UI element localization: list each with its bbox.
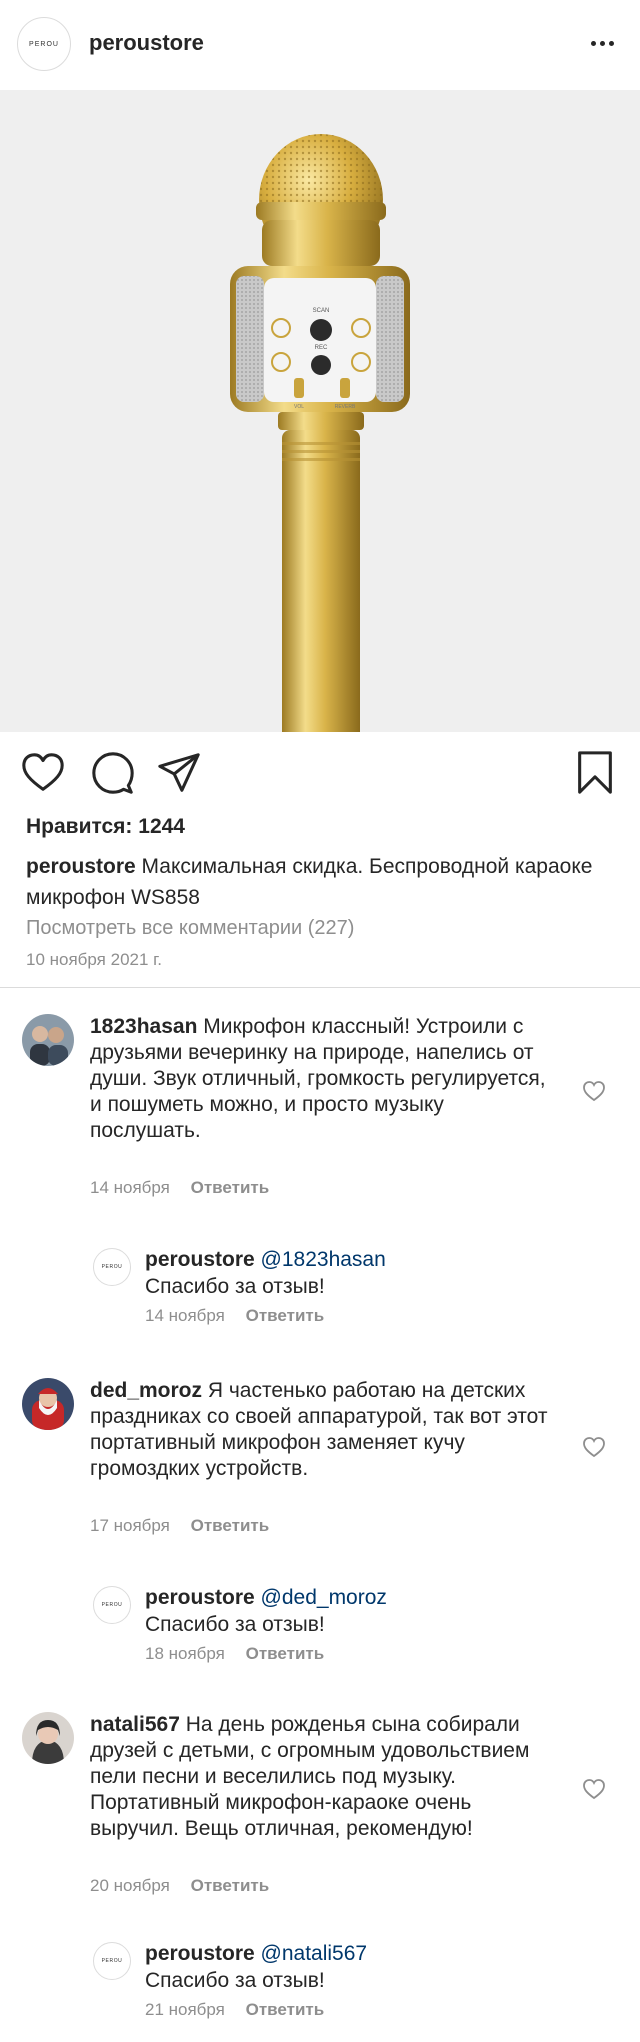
comment-username[interactable]: natali567 xyxy=(90,1713,180,1736)
reply-button[interactable]: Ответить xyxy=(191,1876,270,1895)
comment-body: 1823hasan Микрофон классный! Устроили с … xyxy=(90,1014,560,1144)
comment-meta: 14 ноября Ответить xyxy=(90,1178,269,1198)
avatar[interactable]: PEROU xyxy=(93,1248,131,1286)
reply-meta: 21 ноября Ответить xyxy=(145,2000,324,2020)
reply-body: peroustore @1823hasan Спасибо за отзыв! xyxy=(145,1246,585,1300)
store-logo-text: PEROU xyxy=(101,1958,123,1964)
comment-date: 20 ноября xyxy=(90,1876,170,1895)
reply-button[interactable]: Ответить xyxy=(246,1306,325,1325)
vol-label: VOL xyxy=(294,404,304,410)
post-caption: peroustore Максимальная скидка. Беспрово… xyxy=(26,851,616,913)
share-icon[interactable] xyxy=(156,750,202,796)
scan-label: SCAN xyxy=(313,308,330,314)
reply-date: 18 ноября xyxy=(145,1644,225,1663)
comment-body: ded_moroz Я частенько работаю на детских… xyxy=(90,1378,560,1482)
likes-count[interactable]: Нравится: 1244 xyxy=(26,815,185,839)
store-logo-text: PEROU xyxy=(29,40,59,48)
reply-body: peroustore @ded_moroz Спасибо за отзыв! xyxy=(145,1584,585,1638)
reply-button[interactable]: Ответить xyxy=(246,1644,325,1663)
store-avatar[interactable]: PEROU xyxy=(17,17,71,71)
comment-date: 17 ноября xyxy=(90,1516,170,1535)
reply-username[interactable]: peroustore xyxy=(145,1248,255,1271)
reply-button[interactable]: Ответить xyxy=(191,1178,270,1197)
comment-like-icon[interactable] xyxy=(582,1778,606,1800)
reply-text: Спасибо за отзыв! xyxy=(145,1275,325,1298)
microphone-image: SCAN REC VOL REVERB xyxy=(230,134,410,732)
reply-button[interactable]: Ответить xyxy=(191,1516,270,1535)
post-header: PEROU peroustore xyxy=(0,0,640,90)
post-image[interactable]: SCAN REC VOL REVERB xyxy=(0,90,640,732)
reply-meta: 18 ноября Ответить xyxy=(145,1644,324,1664)
reply-meta: 14 ноября Ответить xyxy=(145,1306,324,1326)
reply-text: Спасибо за отзыв! xyxy=(145,1613,325,1636)
reply-mention[interactable]: @natali567 xyxy=(261,1942,368,1965)
header-username[interactable]: peroustore xyxy=(89,30,204,56)
view-all-comments-link[interactable]: Посмотреть все комментарии (227) xyxy=(26,917,354,940)
store-logo-text: PEROU xyxy=(101,1602,123,1608)
avatar[interactable] xyxy=(22,1014,74,1066)
comment-like-icon[interactable] xyxy=(582,1080,606,1102)
reply-button[interactable]: Ответить xyxy=(246,2000,325,2019)
post-actions xyxy=(0,732,640,812)
comment-username[interactable]: 1823hasan xyxy=(90,1015,197,1038)
store-logo-text: PEROU xyxy=(101,1264,123,1270)
comment-like-icon[interactable] xyxy=(582,1436,606,1458)
comment-meta: 20 ноября Ответить xyxy=(90,1876,269,1896)
reply-body: peroustore @natali567 Спасибо за отзыв! xyxy=(145,1940,585,1994)
comment-username[interactable]: ded_moroz xyxy=(90,1379,202,1402)
comment-body: natali567 На день рожденья сына собирали… xyxy=(90,1712,560,1842)
reverb-label: REVERB xyxy=(335,404,356,410)
reply-text: Спасибо за отзыв! xyxy=(145,1969,325,1992)
caption-username[interactable]: peroustore xyxy=(26,855,136,878)
avatar[interactable]: PEROU xyxy=(93,1942,131,1980)
comment-meta: 17 ноября Ответить xyxy=(90,1516,269,1536)
reply-date: 21 ноября xyxy=(145,2000,225,2019)
reply-username[interactable]: peroustore xyxy=(145,1942,255,1965)
post-date: 10 ноября 2021 г. xyxy=(26,950,162,969)
comment-date: 14 ноября xyxy=(90,1178,170,1197)
reply-username[interactable]: peroustore xyxy=(145,1586,255,1609)
avatar[interactable]: PEROU xyxy=(93,1586,131,1624)
reply-mention[interactable]: @1823hasan xyxy=(261,1248,386,1271)
divider xyxy=(0,987,640,988)
more-icon[interactable] xyxy=(588,33,616,53)
comment-icon[interactable] xyxy=(90,750,136,796)
rec-label: REC xyxy=(315,345,328,351)
avatar[interactable] xyxy=(22,1712,74,1764)
reply-date: 14 ноября xyxy=(145,1306,225,1325)
avatar[interactable] xyxy=(22,1378,74,1430)
bookmark-icon[interactable] xyxy=(572,750,618,796)
reply-mention[interactable]: @ded_moroz xyxy=(261,1586,387,1609)
heart-icon[interactable] xyxy=(20,750,66,796)
